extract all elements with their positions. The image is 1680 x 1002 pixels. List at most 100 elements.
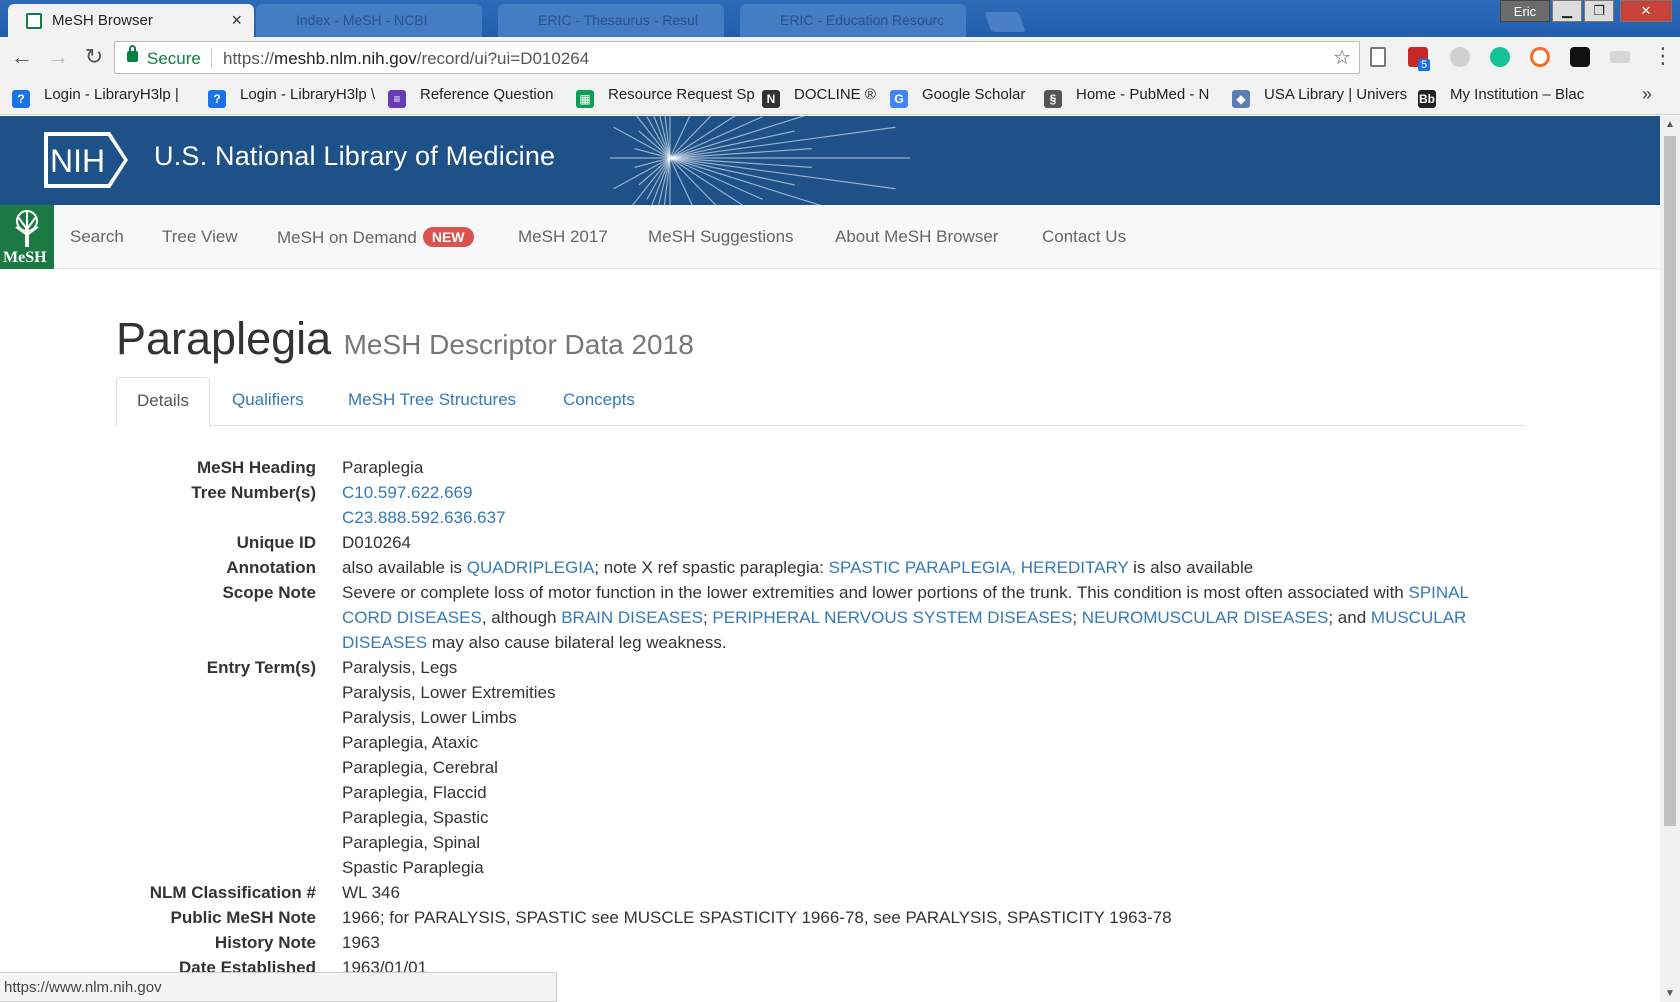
field-value: WL 346 bbox=[342, 883, 400, 902]
url-scheme: https:// bbox=[223, 49, 275, 68]
nav-tree-view[interactable]: Tree View bbox=[162, 227, 238, 247]
tree-icon bbox=[15, 210, 39, 247]
entry-term: Paralysis, Lower Extremities bbox=[342, 683, 556, 702]
circle-extension-icon[interactable] bbox=[1450, 47, 1470, 67]
url-host: meshb.nlm.nih.gov bbox=[274, 49, 417, 68]
new-tab-button[interactable] bbox=[984, 12, 1026, 32]
maximize-button[interactable]: ❐ bbox=[1584, 0, 1614, 22]
banner-title[interactable]: U.S. National Library of Medicine bbox=[154, 141, 555, 172]
form-icon: ≡ bbox=[388, 90, 406, 108]
field-value: Severe or complete loss of motor functio… bbox=[342, 580, 1502, 655]
entry-term: Paralysis, Lower Limbs bbox=[342, 708, 517, 727]
lock-icon bbox=[127, 45, 138, 62]
nav-contact[interactable]: Contact Us bbox=[1042, 227, 1126, 247]
bookmarks-bar: ? Login - LibraryH3lp | ? Login - LibraryH3… bbox=[0, 78, 1680, 115]
bookmark-item[interactable]: ≡ Reference Question bbox=[388, 86, 570, 108]
link-pns-diseases[interactable]: PERIPHERAL NERVOUS SYSTEM DISEASES bbox=[712, 608, 1072, 627]
reload-icon[interactable]: ↻ bbox=[80, 44, 108, 72]
field-label: Scope Note bbox=[222, 583, 316, 602]
bookmark-star-icon[interactable]: ☆ bbox=[1333, 45, 1351, 70]
pubmed-icon: § bbox=[1044, 90, 1062, 108]
field-value: C10.597.622.669 C23.888.592.636.637 bbox=[342, 480, 1502, 530]
back-icon[interactable]: ← bbox=[8, 44, 36, 72]
profile-button[interactable]: Eric bbox=[1500, 0, 1550, 22]
tab-background-2[interactable]: ERIC - Thesaurus - Resul bbox=[498, 4, 724, 37]
scroll-up-icon[interactable]: ▲ bbox=[1665, 119, 1675, 130]
grammarly-icon[interactable] bbox=[1490, 47, 1510, 67]
nav-mesh-2017[interactable]: MeSH 2017 bbox=[518, 227, 608, 247]
main-navigation: MeSH Search Tree View MeSH on Demand NEW … bbox=[0, 205, 1660, 269]
bookmark-item[interactable]: N DOCLINE ® bbox=[762, 86, 882, 108]
tab-background-3[interactable]: ERIC - Education Resourc bbox=[740, 4, 966, 37]
page-extension-icon[interactable] bbox=[1370, 47, 1386, 67]
field-value: 1966; for PARALYSIS, SPASTIC see MUSCLE … bbox=[342, 908, 1172, 927]
field-label: MeSH Heading bbox=[196, 458, 316, 477]
field-value: also available is QUADRIPLEGIA; note X r… bbox=[342, 555, 1502, 580]
bookmark-item[interactable]: Bb My Institution – Blac bbox=[1418, 86, 1588, 108]
scroll-down-icon[interactable]: ▼ bbox=[1665, 988, 1675, 999]
tree-number-link[interactable]: C10.597.622.669 bbox=[342, 483, 472, 502]
entry-term: Paraplegia, Spinal bbox=[342, 833, 480, 852]
field-label: Unique ID bbox=[236, 533, 316, 552]
link-brain-diseases[interactable]: BRAIN DISEASES bbox=[561, 608, 703, 627]
dark-extension-icon[interactable] bbox=[1570, 47, 1590, 67]
bookmark-item[interactable]: ? Login - LibraryH3lp \ bbox=[208, 86, 384, 108]
more-bookmarks-icon[interactable]: » bbox=[1642, 84, 1652, 105]
tab-mesh-browser[interactable]: MeSH Browser × bbox=[8, 4, 254, 37]
bookmark-item[interactable]: § Home - PubMed - N bbox=[1044, 86, 1224, 108]
minimize-button[interactable]: ▁ bbox=[1552, 0, 1582, 22]
nav-mesh-suggestions[interactable]: MeSH Suggestions bbox=[648, 227, 794, 247]
sheet-icon: ▦ bbox=[576, 90, 594, 108]
orange-extension-icon[interactable] bbox=[1530, 47, 1550, 67]
entry-term: Paraplegia, Spastic bbox=[342, 808, 489, 827]
bookmark-item[interactable]: ? Login - LibraryH3lp | bbox=[12, 86, 196, 108]
annotation-text: is also available bbox=[1128, 558, 1254, 577]
question-icon: ? bbox=[12, 90, 30, 108]
link-neuromuscular-diseases[interactable]: NEUROMUSCULAR DISEASES bbox=[1082, 608, 1329, 627]
browser-menu-icon[interactable]: ⋮ bbox=[1652, 43, 1674, 69]
bookmark-label: Home - PubMed - N bbox=[1076, 86, 1210, 103]
field-label: History Note bbox=[214, 933, 316, 952]
new-badge: NEW bbox=[422, 227, 474, 247]
field-value: 1963 bbox=[342, 933, 380, 952]
secure-label: Secure bbox=[147, 49, 201, 68]
nav-mesh-on-demand[interactable]: MeSH on Demand NEW bbox=[277, 227, 474, 248]
bookmark-label: Reference Question bbox=[420, 86, 554, 103]
tab-details[interactable]: Details bbox=[116, 377, 210, 427]
bookmark-label: My Institution – Blac bbox=[1450, 86, 1585, 103]
starburst-ray bbox=[669, 157, 822, 205]
tree-number-link[interactable]: C23.888.592.636.637 bbox=[342, 508, 506, 527]
field-label: Annotation bbox=[226, 558, 316, 577]
scroll-thumb[interactable] bbox=[1664, 136, 1676, 826]
cast-extension-icon[interactable] bbox=[1610, 51, 1630, 63]
scope-text: may also cause bilateral leg weakness. bbox=[427, 633, 727, 652]
nih-logo[interactable]: NIH bbox=[40, 128, 132, 192]
tab-concepts[interactable]: Concepts bbox=[543, 377, 655, 426]
nih-logo-text: NIH bbox=[50, 143, 105, 179]
page-title: Paraplegia MeSH Descriptor Data 2018 bbox=[116, 313, 694, 365]
link-quadriplegia[interactable]: QUADRIPLEGIA bbox=[467, 558, 595, 577]
bookmark-label: USA Library | Univers bbox=[1264, 86, 1408, 103]
bb-icon: Bb bbox=[1418, 90, 1436, 108]
forward-icon[interactable]: → bbox=[44, 44, 72, 72]
link-spastic-paraplegia[interactable]: SPASTIC PARAPLEGIA, HEREDITARY bbox=[829, 558, 1129, 577]
tab-qualifiers[interactable]: Qualifiers bbox=[212, 377, 324, 426]
tab-title: Index - MeSH - NCBI bbox=[296, 12, 428, 28]
mesh-favicon-icon bbox=[26, 13, 42, 29]
bookmark-item[interactable]: ▦ Resource Request Sp bbox=[576, 86, 756, 108]
close-tab-icon[interactable]: × bbox=[231, 10, 242, 31]
tab-tree-structures[interactable]: MeSH Tree Structures bbox=[328, 377, 536, 426]
tab-background-1[interactable]: Index - MeSH - NCBI bbox=[256, 4, 482, 37]
field-label: Entry Term(s) bbox=[206, 658, 316, 677]
nav-search[interactable]: Search bbox=[70, 227, 124, 247]
bookmark-item[interactable]: G Google Scholar bbox=[890, 86, 1040, 108]
mesh-logo[interactable]: MeSH bbox=[0, 205, 54, 269]
nav-about[interactable]: About MeSH Browser bbox=[835, 227, 998, 247]
close-window-button[interactable]: ✕ bbox=[1620, 0, 1672, 22]
bookmark-item[interactable]: ◆ USA Library | Univers bbox=[1232, 86, 1412, 108]
tab-title: MeSH Browser bbox=[52, 12, 153, 29]
starburst-ray bbox=[669, 157, 717, 205]
address-bar[interactable]: Secure https://meshb.nlm.nih.gov/record/… bbox=[114, 41, 1360, 74]
page-scrollbar[interactable]: ▲ ▼ bbox=[1660, 116, 1680, 1002]
scope-text: ; and bbox=[1328, 608, 1371, 627]
